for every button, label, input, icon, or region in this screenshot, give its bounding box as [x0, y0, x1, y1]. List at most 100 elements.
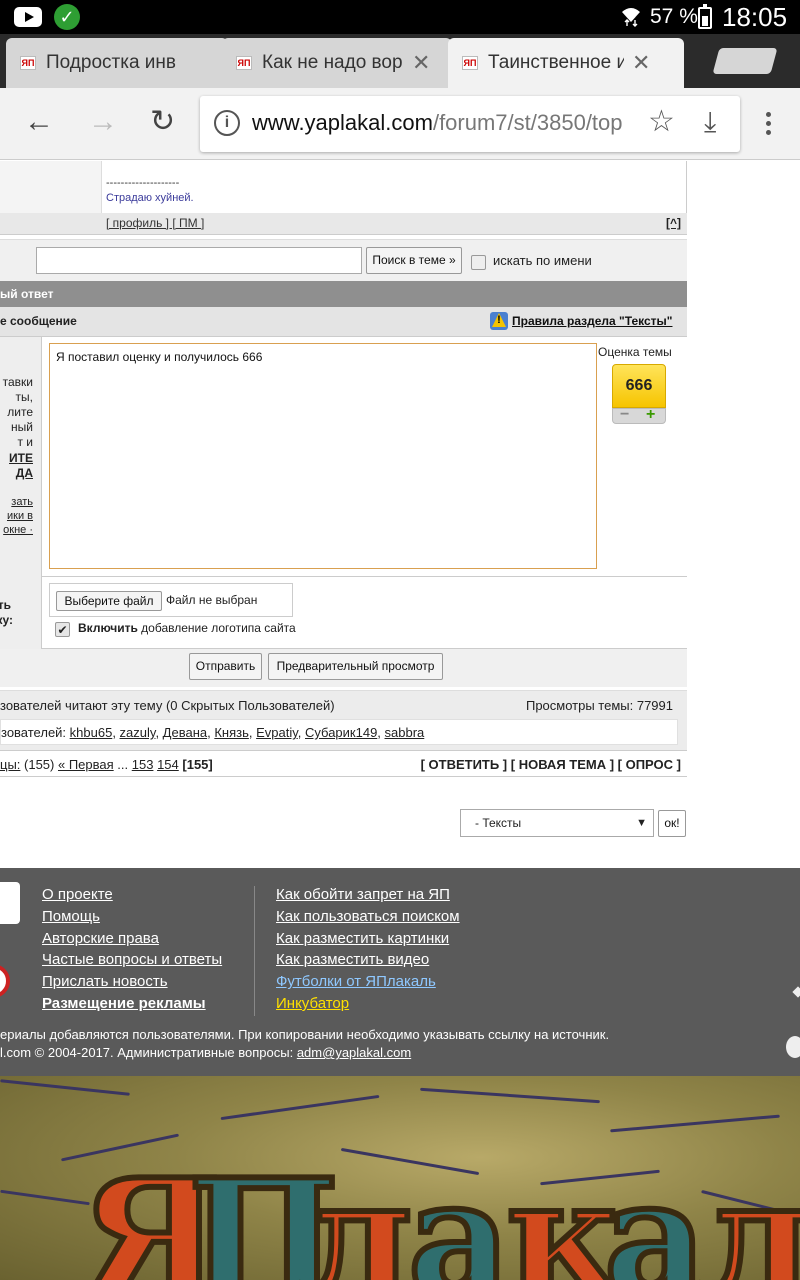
user-link[interactable]: zazuly: [120, 725, 156, 740]
forum-jump-ok-button[interactable]: ок!: [658, 810, 686, 837]
mascot-fragment: [784, 988, 800, 1058]
tab-1[interactable]: ЯП Подростка инв: [6, 38, 228, 88]
yaplakal-favicon: ЯП: [20, 56, 36, 70]
topic-actions[interactable]: [ ОТВЕТИТЬ ] [ НОВАЯ ТЕМА ] [ ОПРОС ]: [421, 757, 681, 772]
footer-link-incubator[interactable]: Инкубатор: [276, 995, 349, 1012]
message-header: е сообщение Правила раздела "Тексты": [0, 307, 687, 337]
download-icon[interactable]: ⤓: [704, 106, 716, 139]
search-in-topic-button[interactable]: Поиск в теме »: [366, 247, 462, 274]
forum-jump-select[interactable]: - Тексты ▼: [460, 809, 654, 837]
tab-2[interactable]: ЯП Как не надо вор ✕: [222, 38, 452, 88]
stop-sign-icon: [0, 964, 10, 998]
admin-email-link[interactable]: adm@yaplakal.com: [297, 1045, 411, 1060]
clock: 18:05: [722, 2, 788, 32]
footer-copyright-note: ериалы добавляются пользователями. При к…: [0, 1027, 610, 1042]
banner-letter: л: [697, 1144, 800, 1280]
choose-file-button[interactable]: Выберите файл: [56, 591, 162, 611]
footer-link-about[interactable]: О проекте: [42, 886, 113, 903]
footer-link-copyright[interactable]: Авторские права: [42, 930, 159, 947]
site-logo: [0, 882, 20, 924]
rating-controls: − +: [612, 406, 666, 424]
rating-minus-button[interactable]: −: [620, 406, 629, 424]
user-link[interactable]: khbu65: [70, 725, 113, 740]
footer-link-post-images[interactable]: Как разместить картинки: [276, 930, 449, 947]
footer-link-ads[interactable]: Размещение рекламы: [42, 995, 206, 1012]
info-icon[interactable]: i: [214, 110, 240, 136]
topic-search-row: Поиск в теме » искать по имени: [0, 239, 687, 283]
post-footer: [ профиль ] [ ПМ ] [^]: [0, 213, 687, 235]
status-bar: ✓ 57 % 18:05: [0, 0, 800, 34]
message-label: е сообщение: [0, 314, 77, 328]
forum-page: -------------------- Страдаю хуйней. [ п…: [0, 161, 800, 867]
topic-rating-label: Оценка темы: [598, 345, 672, 359]
add-logo-checkbox[interactable]: ✔: [55, 622, 70, 637]
user-link[interactable]: Князь: [214, 725, 249, 740]
signature-separator: --------------------: [106, 177, 180, 189]
footer-link-faq[interactable]: Частые вопросы и ответы: [42, 951, 222, 968]
topic-rating-value: 666: [612, 364, 666, 408]
tab-3-active[interactable]: ЯП Таинственное и ✕: [448, 38, 684, 88]
pagination-row: цы: (155) « Первая ... 153 154 [155] [ О…: [0, 750, 687, 777]
preview-button[interactable]: Предварительный просмотр: [268, 653, 443, 680]
tab-close-icon[interactable]: ✕: [412, 50, 430, 76]
dropdown-arrow-icon: ▼: [636, 817, 647, 829]
footer-link-bypass-block[interactable]: Как обойти запрет на ЯП: [276, 886, 450, 903]
pagination: цы: (155) « Первая ... 153 154 [155]: [0, 757, 213, 772]
new-tab-button[interactable]: [712, 48, 778, 74]
readers-list: зователей: khbu65, zazuly, Девана, Князь…: [0, 719, 678, 745]
youtube-icon: [14, 7, 42, 27]
search-by-name-checkbox[interactable]: [471, 255, 486, 270]
signature-text: Страдаю хуйней.: [106, 192, 194, 204]
back-arrow-icon[interactable]: ←: [24, 104, 54, 140]
footer-admin-contact: l.com © 2004-2017. Административные вопр…: [0, 1045, 412, 1060]
user-link[interactable]: Evpatiy: [256, 725, 298, 740]
search-by-name-label: искать по имени: [493, 253, 592, 268]
footer-links-col-1: О проекте Помощь Авторские права Частые …: [42, 886, 222, 1017]
banner-letter: а: [601, 1144, 711, 1280]
warning-icon: [490, 312, 508, 330]
footer-links-col-2: Как обойти запрет на ЯП Как пользоваться…: [276, 886, 460, 1017]
footer-divider: [254, 886, 255, 1016]
editor-row: тавки ты, лите ный т и ИТЕ ДА зать ики в…: [0, 337, 687, 577]
site-footer: О проекте Помощь Авторские права Частые …: [0, 868, 800, 1076]
send-button[interactable]: Отправить: [189, 653, 262, 680]
tab-title: Таинственное и: [488, 52, 624, 73]
bookmark-star-icon[interactable]: ☆: [648, 104, 675, 139]
topic-search-input[interactable]: [36, 247, 362, 274]
profile-pm-links[interactable]: [ профиль ] [ ПМ ]: [106, 216, 204, 230]
address-bar[interactable]: i www.yaplakal.com/forum7/st/3850/top ☆ …: [200, 96, 740, 152]
first-page-link[interactable]: « Первая: [58, 757, 114, 772]
file-input: Выберите файл Файл не выбран: [49, 583, 293, 617]
footer-link-search-help[interactable]: Как пользоваться поиском: [276, 908, 460, 925]
tab-strip: ЯП Подростка инв ЯП Как не надо вор ✕ ЯП…: [0, 34, 800, 88]
check-shield-icon: ✓: [54, 4, 80, 30]
topic-views: Просмотры темы: 77991: [525, 698, 673, 713]
footer-link-post-video[interactable]: Как разместить видео: [276, 951, 429, 968]
user-link[interactable]: Субарик149: [305, 725, 377, 740]
reload-icon[interactable]: ↻: [150, 104, 175, 140]
battery-icon: [698, 4, 712, 29]
post-signature-row: -------------------- Страдаю хуйней.: [0, 161, 687, 213]
browser-toolbar: ← → ↻ i www.yaplakal.com/forum7/st/3850/…: [0, 88, 800, 160]
forward-arrow-icon[interactable]: →: [88, 104, 118, 140]
add-logo-label: Включить добавление логотипа сайта: [78, 621, 296, 635]
overflow-menu-icon[interactable]: [766, 112, 772, 139]
url-text[interactable]: www.yaplakal.com/forum7/st/3850/top: [252, 110, 636, 136]
section-rules-link[interactable]: Правила раздела "Тексты": [512, 314, 672, 328]
page-link[interactable]: 154: [157, 757, 179, 772]
message-textarea[interactable]: [49, 343, 597, 569]
tab-close-icon[interactable]: ✕: [632, 50, 650, 76]
yaplakal-favicon: ЯП: [236, 56, 252, 70]
back-to-top-link[interactable]: [^]: [666, 216, 681, 230]
wifi-icon: [620, 4, 642, 28]
rating-plus-button[interactable]: +: [646, 406, 655, 424]
readers-count: зователей читают эту тему (0 Скрытых Пол…: [0, 698, 335, 713]
editor-hints: тавки ты, лите ный т и ИТЕ ДА зать ики в…: [0, 337, 42, 577]
user-link[interactable]: Девана: [163, 725, 207, 740]
user-link[interactable]: sabbra: [385, 725, 425, 740]
file-status: Файл не выбран: [166, 593, 258, 607]
footer-link-help[interactable]: Помощь: [42, 908, 100, 925]
footer-link-tshirts[interactable]: Футболки от ЯПлакаль: [276, 973, 436, 990]
footer-link-submit-news[interactable]: Прислать новость: [42, 973, 168, 990]
page-link[interactable]: 153: [132, 757, 154, 772]
